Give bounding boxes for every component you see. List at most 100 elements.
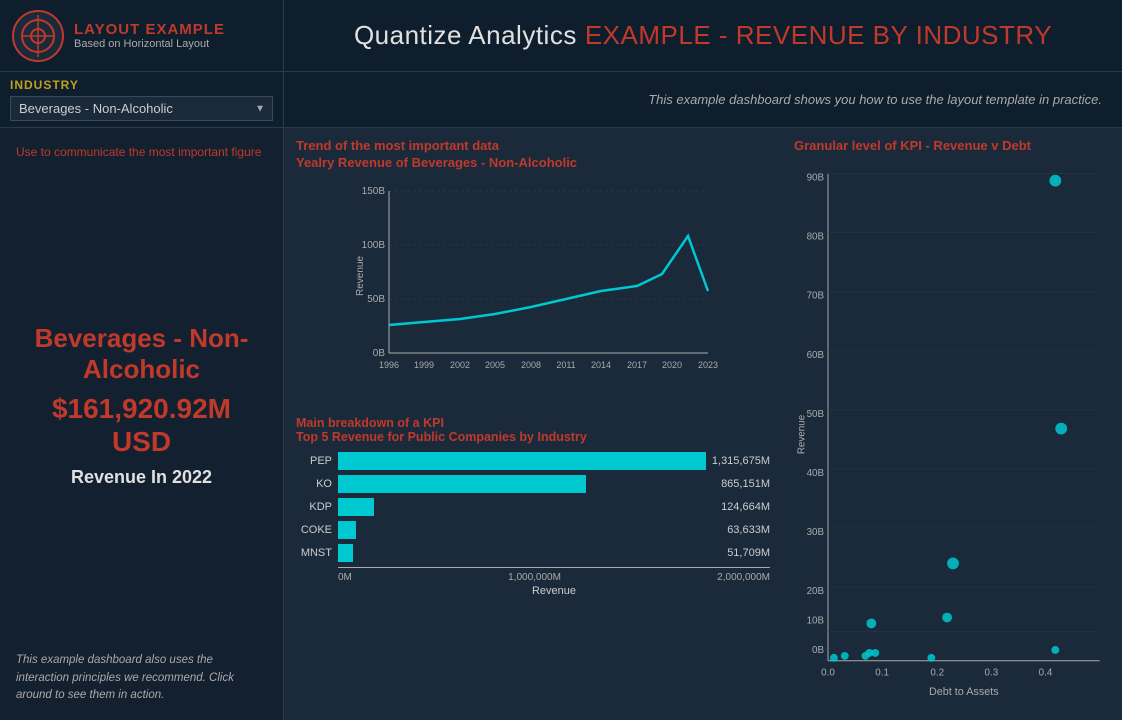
svg-text:1999: 1999 (414, 360, 434, 370)
filter-select-wrapper[interactable]: Beverages - Non-Alcoholic Beverages - Al… (10, 96, 273, 121)
bar-label-kdp: KDP (296, 501, 332, 513)
kpi-panel: Use to communicate the most important fi… (0, 128, 284, 720)
filter-panel: INDUSTRY Beverages - Non-Alcoholic Bever… (0, 72, 284, 127)
center-panel: Trend of the most important data Yealry … (284, 128, 782, 720)
main-content: Use to communicate the most important fi… (0, 128, 1122, 720)
bar-label-mnst: MNST (296, 547, 332, 559)
logo-text: LAYOUT EXAMPLE Based on Horizontal Layou… (74, 21, 225, 50)
kpi-note: This example dashboard also uses the int… (16, 652, 267, 704)
bar-fill-pep (338, 452, 706, 470)
bar-track-kdp (338, 498, 715, 516)
bar-x-axis: 0M 1,000,000M 2,000,000M (338, 572, 770, 583)
bar-label-pep: PEP (296, 455, 332, 467)
bar-track-mnst (338, 544, 721, 562)
bar-row-ko: KO 865,151M (296, 475, 770, 493)
svg-text:50B: 50B (367, 294, 385, 305)
scatter-point (871, 649, 879, 657)
svg-text:2008: 2008 (521, 360, 541, 370)
bar-row-pep: PEP 1,315,675M (296, 452, 770, 470)
scatter-point (927, 654, 935, 662)
svg-text:20B: 20B (807, 586, 825, 597)
bar-row-kdp: KDP 124,664M (296, 498, 770, 516)
svg-text:0.1: 0.1 (875, 668, 889, 679)
bar-fill-ko (338, 475, 586, 493)
svg-text:2023: 2023 (698, 360, 718, 370)
svg-text:0.2: 0.2 (930, 668, 944, 679)
bar-track-pep (338, 452, 706, 470)
bar-value-ko: 865,151M (721, 478, 770, 490)
bar-fill-coke (338, 521, 356, 539)
scatter-title: Granular level of KPI - Revenue v Debt (794, 138, 1110, 153)
title-main: Quantize Analytics (354, 20, 577, 51)
line-chart: 150B 100B 50B 0B Revenue 1996 (296, 176, 770, 396)
line-chart-container: 150B 100B 50B 0B Revenue 1996 (296, 176, 770, 406)
kpi-main: Beverages - Non-Alcoholic $161,920.92M U… (16, 181, 267, 632)
title-highlight: EXAMPLE - REVENUE BY INDUSTRY (585, 20, 1052, 51)
logo-icon (12, 10, 64, 62)
svg-text:0.3: 0.3 (985, 668, 999, 679)
bar-fill-mnst (338, 544, 353, 562)
scatter-point (1049, 175, 1061, 187)
svg-text:150B: 150B (362, 186, 386, 197)
bar-value-mnst: 51,709M (727, 547, 770, 559)
bar-value-pep: 1,315,675M (712, 455, 770, 467)
kpi-currency: USD (112, 425, 171, 459)
svg-text:2005: 2005 (485, 360, 505, 370)
svg-text:Debt to Assets: Debt to Assets (929, 686, 999, 698)
svg-text:0B: 0B (373, 348, 386, 359)
svg-text:Revenue: Revenue (355, 256, 366, 296)
scatter-chart: 90B 80B 70B 60B 50B 40B 30B 20B 10B 0B R… (794, 159, 1110, 710)
filter-description-text: This example dashboard shows you how to … (648, 92, 1102, 107)
logo-section: LAYOUT EXAMPLE Based on Horizontal Layou… (0, 0, 284, 71)
logo-title: LAYOUT EXAMPLE (74, 21, 225, 38)
line-chart-title: Trend of the most important data (296, 138, 770, 153)
svg-text:70B: 70B (807, 291, 825, 302)
bar-x-1: 1,000,000M (508, 572, 561, 583)
scatter-point (1055, 423, 1067, 435)
svg-text:2020: 2020 (662, 360, 682, 370)
bar-chart-subtitle: Top 5 Revenue for Public Companies by In… (296, 430, 770, 444)
svg-text:50B: 50B (807, 409, 825, 420)
bar-value-kdp: 124,664M (721, 501, 770, 513)
svg-text:1996: 1996 (379, 360, 399, 370)
scatter-point (1051, 646, 1059, 654)
scatter-point (942, 613, 952, 623)
kpi-label: Revenue In 2022 (71, 465, 212, 490)
scatter-point (866, 618, 876, 628)
kpi-value: $161,920.92M (52, 392, 231, 426)
svg-text:2002: 2002 (450, 360, 470, 370)
header: LAYOUT EXAMPLE Based on Horizontal Layou… (0, 0, 1122, 72)
bar-track-ko (338, 475, 715, 493)
bar-x-title: Revenue (338, 585, 770, 597)
bar-x-2: 2,000,000M (717, 572, 770, 583)
svg-text:2011: 2011 (556, 360, 575, 370)
kpi-hint: Use to communicate the most important fi… (16, 144, 267, 161)
industry-select[interactable]: Beverages - Non-Alcoholic Beverages - Al… (10, 96, 273, 121)
scatter-point (947, 557, 959, 569)
line-chart-subtitle: Yealry Revenue of Beverages - Non-Alcoho… (296, 155, 770, 170)
svg-text:90B: 90B (807, 173, 825, 184)
filter-row: INDUSTRY Beverages - Non-Alcoholic Bever… (0, 72, 1122, 128)
svg-text:30B: 30B (807, 527, 825, 538)
svg-text:40B: 40B (807, 468, 825, 479)
logo-subtitle: Based on Horizontal Layout (74, 38, 225, 50)
scatter-panel: Granular level of KPI - Revenue v Debt 9… (782, 128, 1122, 720)
svg-text:Revenue: Revenue (796, 414, 807, 454)
bar-label-ko: KO (296, 478, 332, 490)
page-title: Quantize Analytics EXAMPLE - REVENUE BY … (284, 0, 1122, 71)
filter-description: This example dashboard shows you how to … (284, 72, 1122, 127)
bar-chart-section: Main breakdown of a KPI Top 5 Revenue fo… (296, 416, 770, 710)
bar-fill-kdp (338, 498, 374, 516)
filter-label: INDUSTRY (10, 78, 273, 92)
svg-text:10B: 10B (807, 615, 825, 626)
scatter-point (841, 652, 849, 660)
svg-text:0.4: 0.4 (1039, 668, 1053, 679)
bar-value-coke: 63,633M (727, 524, 770, 536)
svg-text:2014: 2014 (591, 360, 611, 370)
bar-row-coke: COKE 63,633M (296, 521, 770, 539)
bar-x-0: 0M (338, 572, 352, 583)
svg-text:2017: 2017 (627, 360, 647, 370)
scatter-point (830, 654, 838, 662)
svg-text:0.0: 0.0 (821, 668, 835, 679)
svg-text:80B: 80B (807, 232, 825, 243)
